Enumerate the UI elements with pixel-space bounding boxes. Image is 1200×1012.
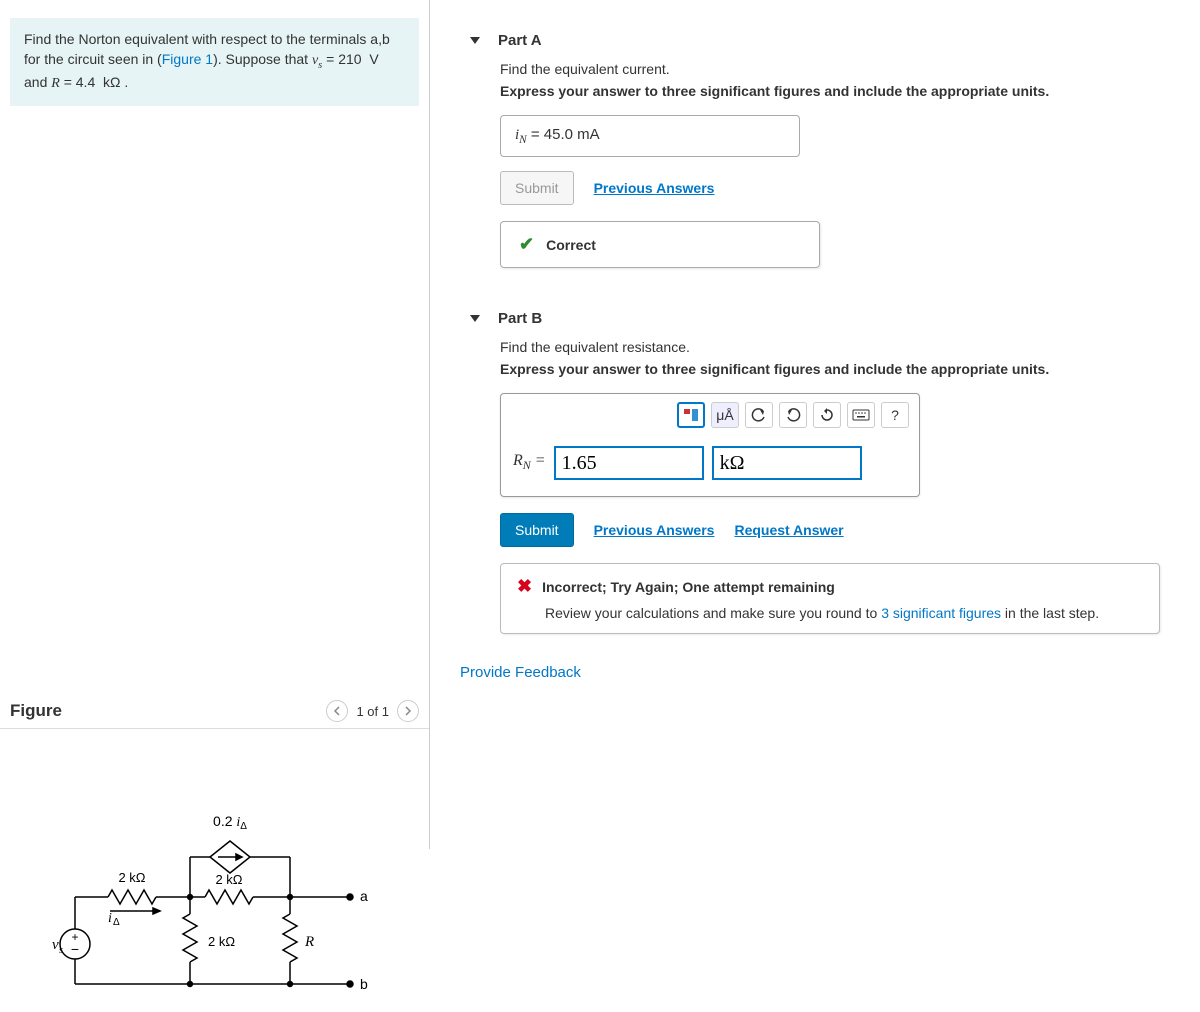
- part-a-feedback-text: Correct: [546, 237, 596, 253]
- circuit-diagram: + − v s 2 kΩ: [40, 789, 380, 1009]
- figure-header: Figure 1 of 1: [0, 700, 429, 729]
- figure-next-button[interactable]: [397, 700, 419, 722]
- part-b-header[interactable]: Part B: [460, 298, 1200, 339]
- part-a-feedback: ✔ Correct: [500, 221, 820, 268]
- part-b-value-input[interactable]: [554, 446, 704, 480]
- help-button[interactable]: ?: [881, 402, 909, 428]
- svg-text:2 kΩ: 2 kΩ: [215, 872, 242, 887]
- part-b-previous-answers-link[interactable]: Previous Answers: [594, 522, 715, 538]
- sig-figures-link[interactable]: 3 significant figures: [881, 605, 1001, 621]
- part-b-submit-button[interactable]: Submit: [500, 513, 574, 547]
- caret-down-icon: [470, 315, 480, 322]
- svg-text:Δ: Δ: [113, 917, 120, 928]
- part-a-prompt: Find the equivalent current.: [500, 61, 1180, 77]
- problem-text-b: ). Suppose that: [213, 51, 312, 67]
- part-a-instruction: Express your answer to three significant…: [500, 83, 1180, 99]
- part-a-submit-button: Submit: [500, 171, 574, 205]
- check-icon: ✔: [519, 234, 534, 255]
- part-b-feedback: ✖ Incorrect; Try Again; One attempt rema…: [500, 563, 1160, 634]
- in-sub: N: [519, 134, 527, 146]
- units-button[interactable]: μÅ: [711, 402, 739, 428]
- figure-counter: 1 of 1: [356, 704, 389, 719]
- svg-text:−: −: [71, 941, 79, 957]
- figure-link[interactable]: Figure 1: [162, 51, 213, 67]
- redo-icon[interactable]: [779, 402, 807, 428]
- part-b-instruction: Express your answer to three significant…: [500, 361, 1180, 377]
- provide-feedback-link[interactable]: Provide Feedback: [460, 664, 1200, 681]
- x-icon: ✖: [517, 576, 532, 597]
- r-var: R: [51, 76, 60, 91]
- keyboard-icon[interactable]: [847, 402, 875, 428]
- figure-title: Figure: [10, 701, 62, 721]
- part-b-feedback-review: Review your calculations and make sure y…: [517, 605, 1143, 621]
- svg-text:R: R: [304, 934, 314, 950]
- r-eq: = 4.4 kΩ .: [60, 74, 128, 90]
- in-val: 45.0 mA: [544, 126, 600, 143]
- part-b-request-answer-link[interactable]: Request Answer: [734, 522, 843, 538]
- problem-statement: Find the Norton equivalent with respect …: [10, 18, 419, 106]
- part-a-answer-display: iN = 45.0 mA: [500, 115, 800, 157]
- svg-text:i: i: [108, 911, 112, 926]
- svg-text:a: a: [360, 888, 368, 904]
- part-a-header[interactable]: Part A: [460, 20, 1200, 61]
- reset-icon[interactable]: [813, 402, 841, 428]
- figure-prev-button[interactable]: [326, 700, 348, 722]
- svg-text:b: b: [360, 976, 368, 992]
- svg-text:s: s: [59, 945, 63, 956]
- svg-text:v: v: [52, 937, 59, 953]
- part-b-feedback-title: Incorrect; Try Again; One attempt remain…: [542, 579, 835, 595]
- template-icon[interactable]: [677, 402, 705, 428]
- svg-text:2 kΩ: 2 kΩ: [208, 934, 235, 949]
- part-b-input-panel: μÅ ? RN =: [500, 393, 920, 497]
- caret-down-icon: [470, 37, 480, 44]
- rn-label: RN =: [513, 452, 546, 473]
- part-a-label: Part A: [498, 32, 542, 49]
- part-b-prompt: Find the equivalent resistance.: [500, 339, 1180, 355]
- part-b-label: Part B: [498, 310, 542, 327]
- in-eq: =: [527, 126, 544, 143]
- svg-text:2 kΩ: 2 kΩ: [118, 870, 145, 885]
- part-a-previous-answers-link[interactable]: Previous Answers: [594, 180, 715, 196]
- part-b-unit-input[interactable]: [712, 446, 862, 480]
- undo-icon[interactable]: [745, 402, 773, 428]
